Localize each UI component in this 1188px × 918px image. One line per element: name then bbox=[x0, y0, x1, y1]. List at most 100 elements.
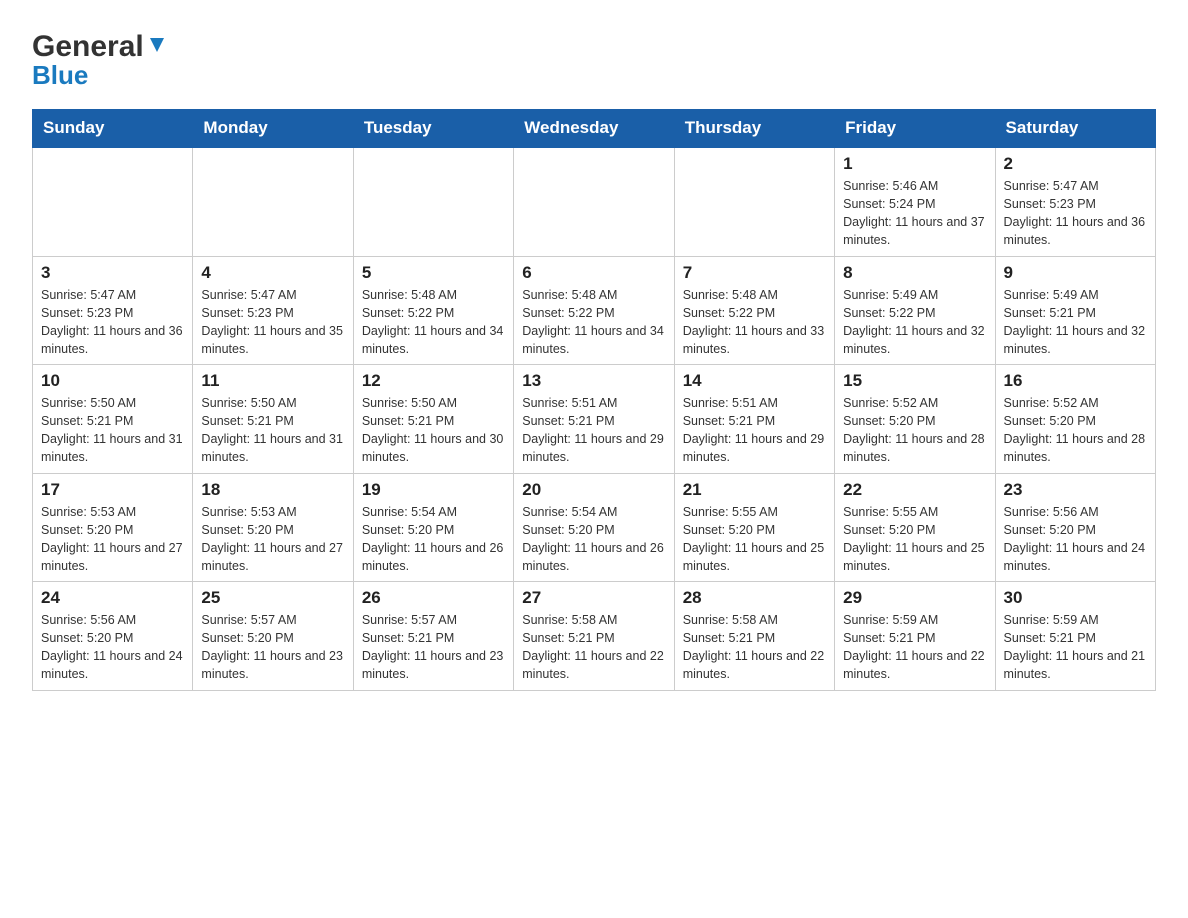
weekday-header-sunday: Sunday bbox=[33, 110, 193, 148]
day-info: Sunrise: 5:48 AMSunset: 5:22 PMDaylight:… bbox=[522, 286, 665, 359]
calendar-cell: 1 Sunrise: 5:46 AMSunset: 5:24 PMDaylight… bbox=[835, 147, 995, 256]
calendar-week-row: 10 Sunrise: 5:50 AMSunset: 5:21 PMDayligh… bbox=[33, 365, 1156, 474]
day-number: 9 bbox=[1004, 263, 1147, 283]
calendar-cell: 11Sunrise: 5:50 AMSunset: 5:21 PMDayligh… bbox=[193, 365, 353, 474]
day-info: Sunrise: 5:56 AMSunset: 5:20 PMDaylight:… bbox=[41, 611, 184, 684]
calendar-cell: 19 Sunrise: 5:54 AMSunset: 5:20 PMDayligh… bbox=[353, 473, 513, 582]
calendar-table: SundayMondayTuesdayWednesdayThursdayFrid… bbox=[32, 109, 1156, 691]
day-number: 25 bbox=[201, 588, 344, 608]
day-info: Sunrise: 5:49 AMSunset: 5:21 PMDaylight:… bbox=[1004, 286, 1147, 359]
logo-arrow-icon bbox=[146, 34, 168, 61]
day-number: 6 bbox=[522, 263, 665, 283]
weekday-header-tuesday: Tuesday bbox=[353, 110, 513, 148]
calendar-cell: 18Sunrise: 5:53 AMSunset: 5:20 PMDayligh… bbox=[193, 473, 353, 582]
weekday-header-friday: Friday bbox=[835, 110, 995, 148]
day-number: 26 bbox=[362, 588, 505, 608]
calendar-cell: 10Sunrise: 5:50 AMSunset: 5:21 PMDayligh… bbox=[33, 365, 193, 474]
calendar-cell: 2 Sunrise: 5:47 AMSunset: 5:23 PMDaylight… bbox=[995, 147, 1155, 256]
page-header: General Blue bbox=[32, 24, 1156, 91]
calendar-cell bbox=[514, 147, 674, 256]
calendar-cell: 22Sunrise: 5:55 AMSunset: 5:20 PMDayligh… bbox=[835, 473, 995, 582]
calendar-cell: 27 Sunrise: 5:58 AMSunset: 5:21 PMDayligh… bbox=[514, 582, 674, 691]
calendar-week-row: 24 Sunrise: 5:56 AMSunset: 5:20 PMDayligh… bbox=[33, 582, 1156, 691]
day-info: Sunrise: 5:51 AMSunset: 5:21 PMDaylight:… bbox=[522, 394, 665, 467]
day-info: Sunrise: 5:47 AMSunset: 5:23 PMDaylight:… bbox=[1004, 177, 1147, 250]
calendar-cell: 13 Sunrise: 5:51 AMSunset: 5:21 PMDayligh… bbox=[514, 365, 674, 474]
day-number: 29 bbox=[843, 588, 986, 608]
calendar-cell: 29 Sunrise: 5:59 AMSunset: 5:21 PMDayligh… bbox=[835, 582, 995, 691]
day-number: 1 bbox=[843, 154, 986, 174]
day-info: Sunrise: 5:54 AMSunset: 5:20 PMDaylight:… bbox=[362, 503, 505, 576]
weekday-header-monday: Monday bbox=[193, 110, 353, 148]
day-info: Sunrise: 5:48 AMSunset: 5:22 PMDaylight:… bbox=[362, 286, 505, 359]
day-info: Sunrise: 5:59 AMSunset: 5:21 PMDaylight:… bbox=[1004, 611, 1147, 684]
day-number: 8 bbox=[843, 263, 986, 283]
calendar-cell: 3 Sunrise: 5:47 AMSunset: 5:23 PMDaylight… bbox=[33, 256, 193, 365]
logo: General Blue bbox=[32, 24, 168, 91]
day-info: Sunrise: 5:55 AMSunset: 5:20 PMDaylight:… bbox=[683, 503, 826, 576]
day-number: 24 bbox=[41, 588, 184, 608]
calendar-cell: 26 Sunrise: 5:57 AMSunset: 5:21 PMDayligh… bbox=[353, 582, 513, 691]
day-number: 23 bbox=[1004, 480, 1147, 500]
calendar-cell: 16 Sunrise: 5:52 AMSunset: 5:20 PMDayligh… bbox=[995, 365, 1155, 474]
day-number: 20 bbox=[522, 480, 665, 500]
logo-blue-text: Blue bbox=[32, 60, 88, 91]
day-info: Sunrise: 5:57 AMSunset: 5:20 PMDaylight:… bbox=[201, 611, 344, 684]
day-info: Sunrise: 5:48 AMSunset: 5:22 PMDaylight:… bbox=[683, 286, 826, 359]
calendar-cell bbox=[353, 147, 513, 256]
weekday-header-row: SundayMondayTuesdayWednesdayThursdayFrid… bbox=[33, 110, 1156, 148]
day-number: 5 bbox=[362, 263, 505, 283]
logo-general-text: General bbox=[32, 30, 144, 64]
day-info: Sunrise: 5:58 AMSunset: 5:21 PMDaylight:… bbox=[522, 611, 665, 684]
weekday-header-saturday: Saturday bbox=[995, 110, 1155, 148]
day-info: Sunrise: 5:50 AMSunset: 5:21 PMDaylight:… bbox=[362, 394, 505, 467]
day-number: 12 bbox=[362, 371, 505, 391]
day-info: Sunrise: 5:59 AMSunset: 5:21 PMDaylight:… bbox=[843, 611, 986, 684]
calendar-cell: 6 Sunrise: 5:48 AMSunset: 5:22 PMDaylight… bbox=[514, 256, 674, 365]
calendar-cell: 24 Sunrise: 5:56 AMSunset: 5:20 PMDayligh… bbox=[33, 582, 193, 691]
day-number: 14 bbox=[683, 371, 826, 391]
weekday-header-wednesday: Wednesday bbox=[514, 110, 674, 148]
calendar-cell: 28 Sunrise: 5:58 AMSunset: 5:21 PMDayligh… bbox=[674, 582, 834, 691]
day-info: Sunrise: 5:53 AMSunset: 5:20 PMDaylight:… bbox=[201, 503, 344, 576]
day-number: 28 bbox=[683, 588, 826, 608]
day-number: 21 bbox=[683, 480, 826, 500]
day-info: Sunrise: 5:52 AMSunset: 5:20 PMDaylight:… bbox=[843, 394, 986, 467]
calendar-week-row: 3 Sunrise: 5:47 AMSunset: 5:23 PMDaylight… bbox=[33, 256, 1156, 365]
calendar-week-row: 17 Sunrise: 5:53 AMSunset: 5:20 PMDayligh… bbox=[33, 473, 1156, 582]
calendar-cell: 8 Sunrise: 5:49 AMSunset: 5:22 PMDaylight… bbox=[835, 256, 995, 365]
day-number: 16 bbox=[1004, 371, 1147, 391]
calendar-cell: 7Sunrise: 5:48 AMSunset: 5:22 PMDaylight… bbox=[674, 256, 834, 365]
calendar-cell: 17 Sunrise: 5:53 AMSunset: 5:20 PMDayligh… bbox=[33, 473, 193, 582]
day-info: Sunrise: 5:57 AMSunset: 5:21 PMDaylight:… bbox=[362, 611, 505, 684]
day-info: Sunrise: 5:58 AMSunset: 5:21 PMDaylight:… bbox=[683, 611, 826, 684]
day-info: Sunrise: 5:46 AMSunset: 5:24 PMDaylight:… bbox=[843, 177, 986, 250]
day-number: 19 bbox=[362, 480, 505, 500]
calendar-cell bbox=[674, 147, 834, 256]
calendar-cell: 5 Sunrise: 5:48 AMSunset: 5:22 PMDaylight… bbox=[353, 256, 513, 365]
day-number: 2 bbox=[1004, 154, 1147, 174]
day-info: Sunrise: 5:54 AMSunset: 5:20 PMDaylight:… bbox=[522, 503, 665, 576]
day-info: Sunrise: 5:51 AMSunset: 5:21 PMDaylight:… bbox=[683, 394, 826, 467]
day-info: Sunrise: 5:53 AMSunset: 5:20 PMDaylight:… bbox=[41, 503, 184, 576]
day-info: Sunrise: 5:47 AMSunset: 5:23 PMDaylight:… bbox=[41, 286, 184, 359]
calendar-cell: 25 Sunrise: 5:57 AMSunset: 5:20 PMDayligh… bbox=[193, 582, 353, 691]
day-number: 30 bbox=[1004, 588, 1147, 608]
calendar-cell bbox=[193, 147, 353, 256]
calendar-week-row: 1 Sunrise: 5:46 AMSunset: 5:24 PMDaylight… bbox=[33, 147, 1156, 256]
weekday-header-thursday: Thursday bbox=[674, 110, 834, 148]
day-number: 10 bbox=[41, 371, 184, 391]
day-info: Sunrise: 5:49 AMSunset: 5:22 PMDaylight:… bbox=[843, 286, 986, 359]
calendar-cell: 21 Sunrise: 5:55 AMSunset: 5:20 PMDayligh… bbox=[674, 473, 834, 582]
calendar-cell: 4Sunrise: 5:47 AMSunset: 5:23 PMDaylight… bbox=[193, 256, 353, 365]
day-number: 15 bbox=[843, 371, 986, 391]
day-number: 3 bbox=[41, 263, 184, 283]
day-number: 27 bbox=[522, 588, 665, 608]
day-info: Sunrise: 5:47 AMSunset: 5:23 PMDaylight:… bbox=[201, 286, 344, 359]
calendar-cell: 20 Sunrise: 5:54 AMSunset: 5:20 PMDayligh… bbox=[514, 473, 674, 582]
day-number: 13 bbox=[522, 371, 665, 391]
day-info: Sunrise: 5:52 AMSunset: 5:20 PMDaylight:… bbox=[1004, 394, 1147, 467]
calendar-cell: 9 Sunrise: 5:49 AMSunset: 5:21 PMDaylight… bbox=[995, 256, 1155, 365]
day-number: 17 bbox=[41, 480, 184, 500]
day-info: Sunrise: 5:56 AMSunset: 5:20 PMDaylight:… bbox=[1004, 503, 1147, 576]
